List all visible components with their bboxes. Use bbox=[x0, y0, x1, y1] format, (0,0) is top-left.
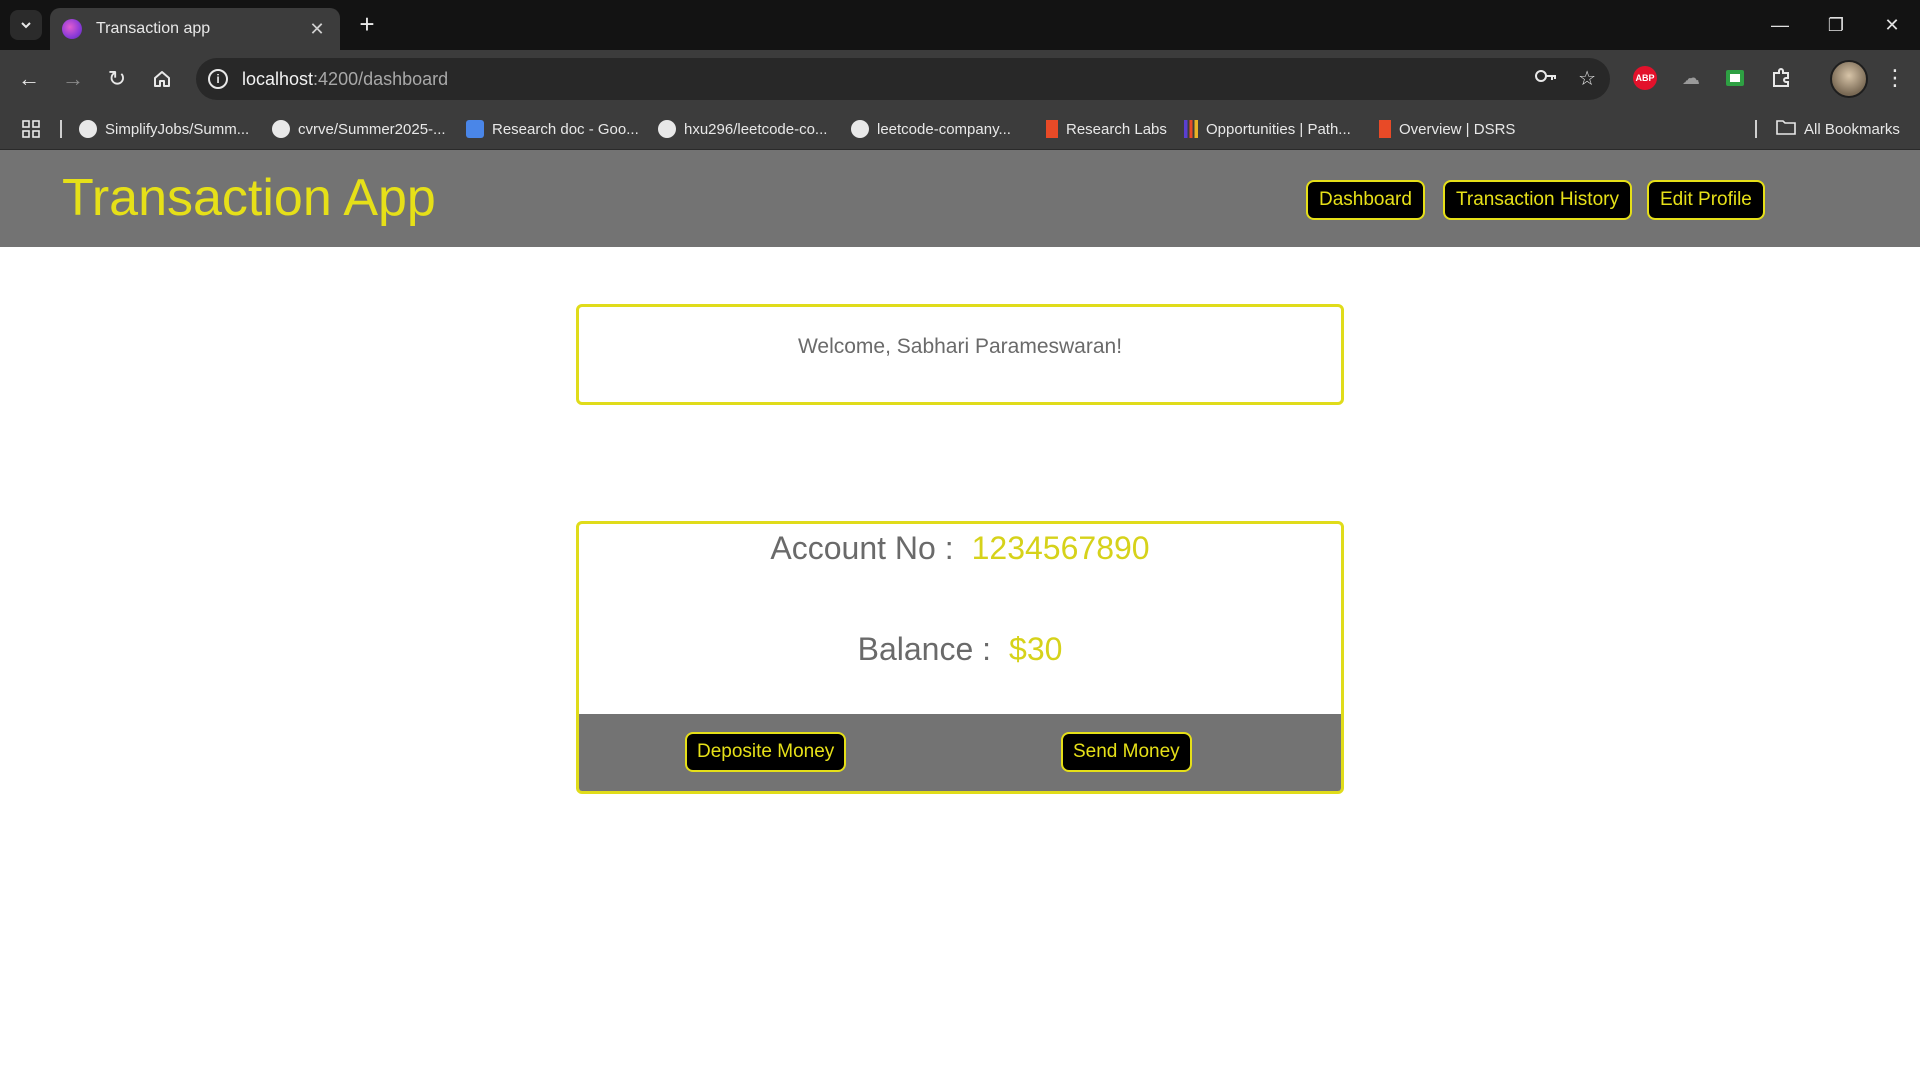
welcome-card: Welcome, Sabhari Parameswaran! bbox=[576, 304, 1344, 405]
github-icon bbox=[851, 120, 869, 138]
browser-tab[interactable]: Transaction app ✕ bbox=[50, 8, 340, 50]
folder-icon bbox=[1776, 119, 1796, 139]
bookmark-separator bbox=[1755, 120, 1757, 138]
back-icon[interactable]: ← bbox=[12, 62, 46, 96]
password-key-icon[interactable] bbox=[1534, 66, 1558, 92]
github-icon bbox=[272, 120, 290, 138]
bookmark-separator bbox=[60, 120, 62, 138]
balance-row: Balance : $30 bbox=[579, 631, 1341, 668]
app-title: Transaction App bbox=[62, 169, 436, 227]
bookmark-label: SimplifyJobs/Summ... bbox=[105, 120, 250, 138]
bookmark-star-icon[interactable]: ☆ bbox=[1578, 66, 1596, 92]
url-host: localhost bbox=[242, 68, 314, 89]
google-docs-icon bbox=[466, 120, 484, 138]
account-card: Account No : 1234567890 Balance : $30 Depo… bbox=[576, 521, 1344, 794]
all-bookmarks-button[interactable]: All Bookmarks bbox=[1776, 118, 1900, 140]
url-path: :4200/dashboard bbox=[313, 68, 449, 89]
tab-search-icon[interactable] bbox=[10, 10, 42, 40]
all-bookmarks-label: All Bookmarks bbox=[1804, 120, 1900, 138]
bookmark-item[interactable]: hxu296/leetcode-co... bbox=[658, 118, 827, 140]
window-close-icon[interactable]: ✕ bbox=[1864, 0, 1920, 50]
bookmark-item[interactable]: cvrve/Summer2025-... bbox=[272, 118, 446, 140]
bookmarks-bar: SimplifyJobs/Summ... cvrve/Summer2025-..… bbox=[0, 108, 1920, 150]
tab-title: Transaction app bbox=[96, 20, 211, 37]
bookmark-item[interactable]: Opportunities | Path... bbox=[1184, 118, 1351, 140]
account-number-value: 1234567890 bbox=[971, 530, 1150, 566]
site-info-icon[interactable]: i bbox=[208, 69, 228, 89]
bookmark-item[interactable]: Research Labs bbox=[1046, 118, 1167, 140]
extension-cloud-icon[interactable]: ☁ bbox=[1676, 63, 1706, 93]
send-money-button[interactable]: Send Money bbox=[1061, 732, 1192, 772]
bookmark-item[interactable]: leetcode-company... bbox=[851, 118, 1011, 140]
illinois-icon bbox=[1046, 120, 1058, 138]
app-header: Transaction App Dashboard Transaction Hi… bbox=[0, 150, 1920, 247]
browser-tabstrip: Transaction app ✕ + — ❐ ✕ bbox=[0, 0, 1920, 50]
bookmark-label: Research Labs bbox=[1066, 120, 1167, 138]
home-icon[interactable] bbox=[145, 62, 179, 96]
browser-menu-icon[interactable]: ⋮ bbox=[1880, 63, 1910, 93]
reload-icon[interactable]: ↻ bbox=[100, 62, 134, 96]
account-number-label: Account No : bbox=[770, 530, 954, 566]
apps-grid-icon[interactable] bbox=[22, 118, 40, 140]
bookmark-label: hxu296/leetcode-co... bbox=[684, 120, 828, 138]
profile-avatar[interactable] bbox=[1830, 60, 1868, 98]
account-number-row: Account No : 1234567890 bbox=[579, 530, 1341, 567]
address-bar[interactable]: i localhost:4200/dashboard ☆ bbox=[196, 58, 1610, 100]
angular-favicon-icon bbox=[62, 19, 82, 39]
github-icon bbox=[79, 120, 97, 138]
opportunities-icon bbox=[1184, 120, 1198, 138]
window-controls: — ❐ ✕ bbox=[1752, 0, 1920, 50]
browser-toolbar: ← → ↻ i localhost:4200/dashboard ☆ ABP ☁… bbox=[0, 50, 1920, 108]
github-icon bbox=[658, 120, 676, 138]
restore-icon[interactable]: ❐ bbox=[1808, 0, 1864, 50]
deposit-money-button[interactable]: Deposite Money bbox=[685, 732, 847, 772]
bookmark-label: leetcode-company... bbox=[877, 120, 1011, 138]
omnibox-actions: ☆ bbox=[1534, 66, 1596, 92]
illinois-icon bbox=[1379, 120, 1391, 138]
bookmark-label: Research doc - Goo... bbox=[492, 120, 639, 138]
new-tab-icon[interactable]: + bbox=[352, 10, 382, 40]
extension-green-icon[interactable] bbox=[1720, 63, 1750, 93]
bookmark-label: Opportunities | Path... bbox=[1206, 120, 1351, 138]
tab-close-icon[interactable]: ✕ bbox=[306, 19, 328, 40]
balance-value: $30 bbox=[1009, 631, 1063, 667]
dashboard-button[interactable]: Dashboard bbox=[1306, 180, 1425, 220]
welcome-message: Welcome, Sabhari Parameswaran! bbox=[797, 335, 1123, 358]
balance-label: Balance : bbox=[857, 631, 992, 667]
transaction-history-button[interactable]: Transaction History bbox=[1443, 180, 1632, 220]
forward-icon[interactable]: → bbox=[56, 62, 90, 96]
adblock-plus-icon[interactable]: ABP bbox=[1630, 63, 1660, 93]
bookmark-label: cvrve/Summer2025-... bbox=[298, 120, 446, 138]
edit-profile-button[interactable]: Edit Profile bbox=[1647, 180, 1765, 220]
minimize-icon[interactable]: — bbox=[1752, 0, 1808, 50]
bookmark-item[interactable]: SimplifyJobs/Summ... bbox=[79, 118, 249, 140]
bookmark-item[interactable]: Research doc - Goo... bbox=[466, 118, 639, 140]
bookmark-item[interactable]: Overview | DSRS bbox=[1379, 118, 1515, 140]
bookmark-label: Overview | DSRS bbox=[1399, 120, 1516, 138]
extensions-puzzle-icon[interactable] bbox=[1766, 63, 1796, 93]
account-card-footer: Deposite Money Send Money bbox=[579, 714, 1341, 791]
